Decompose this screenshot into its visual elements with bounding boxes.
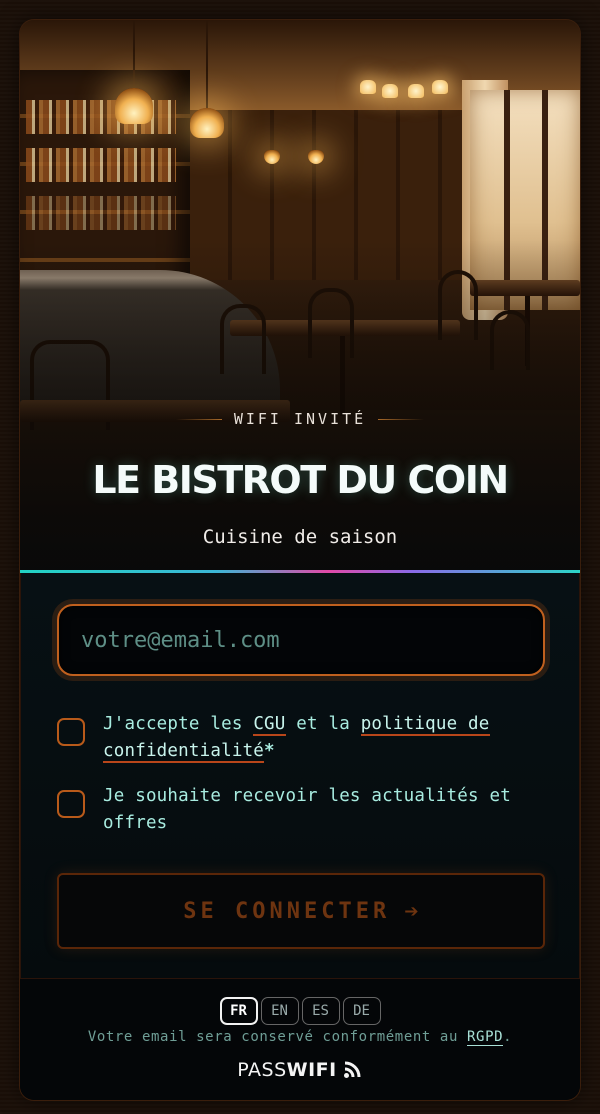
lang-es-button[interactable]: ES xyxy=(301,997,340,1025)
required-mark: * xyxy=(264,741,275,761)
captive-portal-card: WIFI INVITÉ LE BISTROT DU COIN Cuisine d… xyxy=(20,20,580,1100)
brand-light: PASS xyxy=(237,1059,287,1081)
lang-en-button[interactable]: EN xyxy=(260,997,299,1025)
terms-checkbox[interactable] xyxy=(57,718,85,746)
language-switcher: FR EN ES DE xyxy=(20,997,580,1025)
hero-text: WIFI INVITÉ LE BISTROT DU COIN Cuisine d… xyxy=(20,20,580,570)
rgpd-link[interactable]: RGPD xyxy=(467,1029,504,1046)
newsletter-checkbox[interactable] xyxy=(57,790,85,818)
venue-subtitle: Cuisine de saison xyxy=(202,526,398,548)
newsletter-consent-row: Je souhaite recevoir les actualités et o… xyxy=(57,783,547,837)
login-form: J'accepte les CGU et la politique de con… xyxy=(20,573,580,978)
email-input[interactable] xyxy=(57,604,545,676)
passwifi-logo: PASS WIFI xyxy=(20,1059,580,1081)
connect-button[interactable]: SE CONNECTER ➔ xyxy=(57,873,545,949)
footer: FR EN ES DE Votre email sera conservé co… xyxy=(20,978,580,1100)
connect-label: SE CONNECTER xyxy=(183,898,391,924)
newsletter-label: Je souhaite recevoir les actualités et o… xyxy=(103,786,511,833)
venue-title: LE BISTROT DU COIN xyxy=(92,458,509,502)
wifi-guest-label: WIFI INVITÉ xyxy=(20,410,580,428)
wifi-icon xyxy=(343,1061,361,1078)
terms-label: J'accepte les CGU et la politique de con… xyxy=(103,714,490,763)
arrow-right-icon: ➔ xyxy=(404,897,419,925)
cgu-link[interactable]: CGU xyxy=(253,714,286,736)
lang-de-button[interactable]: DE xyxy=(342,997,381,1025)
terms-consent-row: J'accepte les CGU et la politique de con… xyxy=(57,711,547,765)
rgpd-notice: Votre email sera conservé conformément a… xyxy=(87,1029,513,1046)
brand-bold: WIFI xyxy=(286,1059,337,1081)
lang-fr-button[interactable]: FR xyxy=(219,997,258,1025)
